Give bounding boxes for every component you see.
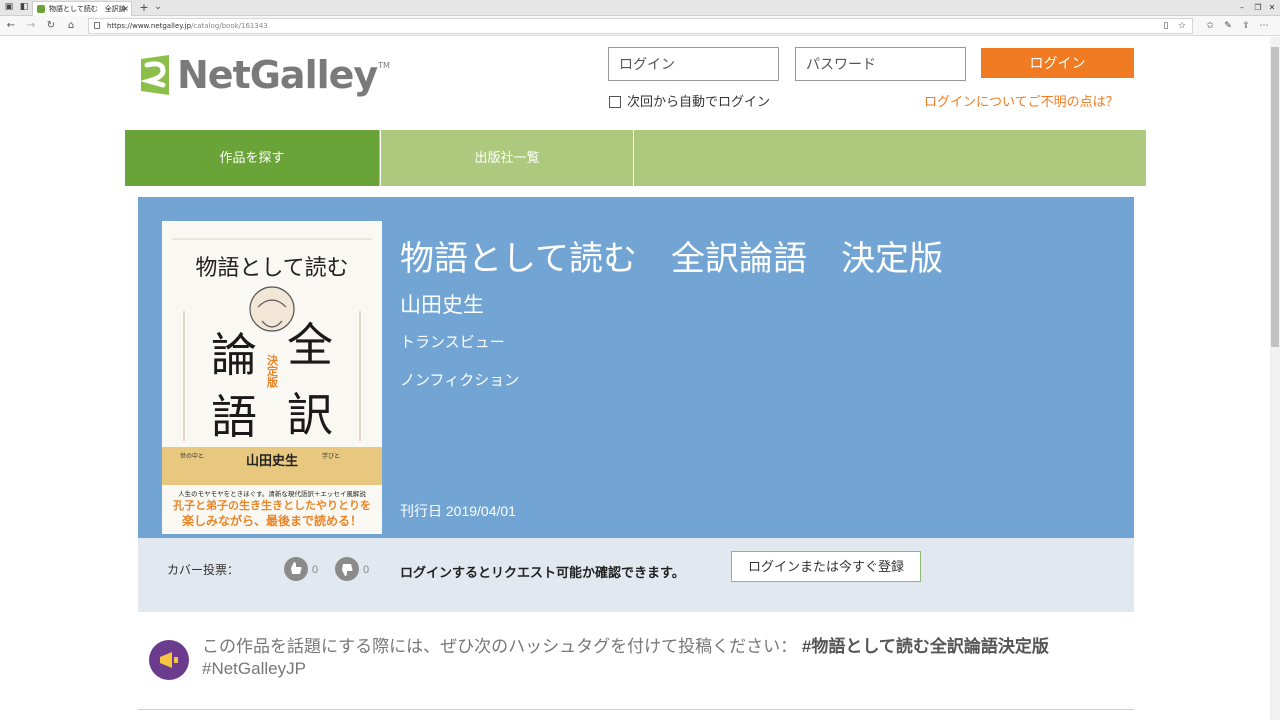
url-path: /catalog/book/161343 <box>191 22 268 30</box>
page-scrollbar[interactable] <box>1270 37 1280 720</box>
thumbs-down-icon[interactable] <box>335 557 359 581</box>
lock-icon <box>94 22 100 29</box>
cover-slogan-2: 楽しみながら、最後まで読める！ <box>182 513 362 528</box>
favorites-hub-icon[interactable]: ✩ <box>1204 20 1216 32</box>
forward-icon[interactable]: → <box>25 20 37 32</box>
megaphone-icon <box>149 640 189 680</box>
browser-tab-bar: ▣ ◧ 物語として読む 全訳論 × + ⌄ – ❐ ✕ <box>0 0 1280 16</box>
cover-char-ron: 論 <box>211 328 257 382</box>
back-icon[interactable]: ← <box>5 20 17 32</box>
netgalley-logo-mark-icon <box>139 55 169 95</box>
favorite-star-icon[interactable]: ☆ <box>1176 20 1188 32</box>
login-or-register-button[interactable]: ログインまたは今すぐ登録 <box>731 551 921 582</box>
username-input[interactable]: ログイン <box>608 47 779 81</box>
book-publisher[interactable]: トランスビュー <box>400 333 505 353</box>
thumbs-up-count: 0 <box>312 564 319 576</box>
thumbs-down-count: 0 <box>363 564 370 576</box>
new-tab-icon[interactable]: + <box>138 2 150 13</box>
reading-view-icon[interactable]: ▯ <box>1160 20 1172 32</box>
cover-char-go: 語 <box>211 390 257 444</box>
book-category[interactable]: ノンフィクション <box>400 371 519 391</box>
tab-close-icon[interactable]: × <box>122 2 129 16</box>
cover-slogan-1: 孔子と弟子の生き生きとしたやりとりを <box>173 498 371 512</box>
book-cover-art: 物語として読む 論 語 全 訳 決定版 山田史生 世の中と 学びと 人生のモヤモ… <box>162 221 382 534</box>
remember-me-checkbox[interactable] <box>609 96 621 108</box>
scrollbar-thumb[interactable] <box>1271 47 1279 347</box>
share-icon[interactable]: ⇪ <box>1240 20 1252 32</box>
close-window-icon[interactable]: ✕ <box>1262 2 1280 14</box>
tab-actions-icon[interactable]: ▣ <box>3 2 15 13</box>
browser-tab-title: 物語として読む 全訳論 <box>49 5 126 13</box>
hashtag-intro: この作品を話題にする際には、ぜひ次のハッシュタグを付けて投稿ください： <box>202 637 798 656</box>
password-input[interactable]: パスワード <box>795 47 966 81</box>
cover-side-right: 学びと <box>322 452 340 460</box>
release-date: 刊行日 2019/04/01 <box>400 502 516 520</box>
login-help-link[interactable]: ログインについてご不明の点は？ <box>924 94 1119 110</box>
remember-me-label: 次回から自動でログイン <box>627 94 771 109</box>
browser-tab[interactable]: 物語として読む 全訳論 × <box>32 1 132 16</box>
url-field[interactable]: https://www.netgalley.jp/catalog/book/16… <box>88 18 1193 34</box>
release-date-value: 2019/04/01 <box>445 503 516 519</box>
cover-edition: 決定版 <box>266 353 279 388</box>
cover-vote-label: カバー投票： <box>167 563 240 577</box>
notes-pen-icon[interactable]: ✎ <box>1222 20 1234 32</box>
home-icon[interactable]: ⌂ <box>65 20 77 32</box>
login-notice: ログインするとリクエスト可能か確認できます。 <box>400 565 685 580</box>
main-nav: 作品を探す 出版社一覧 <box>125 130 1146 186</box>
remember-me[interactable]: 次回から自動でログイン <box>609 94 770 110</box>
book-cover[interactable]: 物語として読む 論 語 全 訳 決定版 山田史生 世の中と 学びと 人生のモヤモ… <box>162 221 382 534</box>
logo-wordmark: NetGalley <box>177 53 378 97</box>
nav-item-find-books[interactable]: 作品を探す <box>125 130 379 186</box>
hashtag-book: #物語として読む全訳論語決定版 <box>801 637 1049 656</box>
browser-address-bar: ← → ↻ ⌂ https://www.netgalley.jp/catalog… <box>0 16 1280 36</box>
release-date-label: 刊行日 <box>400 503 442 519</box>
cover-side-left: 世の中と <box>180 452 204 460</box>
cover-author: 山田史生 <box>246 453 298 469</box>
hashtag-message: この作品を話題にする際には、ぜひ次のハッシュタグを付けて投稿ください： #物語と… <box>202 636 1122 680</box>
refresh-icon[interactable]: ↻ <box>45 20 57 32</box>
login-button[interactable]: ログイン <box>981 48 1134 78</box>
url-host: https://www.netgalley.jp <box>107 22 192 30</box>
cover-char-zen: 全 <box>287 318 333 372</box>
logo-trademark: TM <box>378 60 390 70</box>
nav-item-publishers[interactable]: 出版社一覧 <box>380 130 634 186</box>
tab-list-chevron-icon[interactable]: ⌄ <box>152 2 164 13</box>
book-author[interactable]: 山田史生 <box>400 292 484 320</box>
netgalley-logo[interactable]: NetGalley TM <box>137 48 390 102</box>
netgalley-favicon-icon <box>37 5 45 13</box>
cover-tagline: 人生のモヤモヤをときほぐす。清新な現代語訳＋エッセイ風解説 <box>178 489 366 498</box>
hashtag-site: #NetGalleyJP <box>202 659 306 678</box>
tab-preview-icon[interactable]: ◧ <box>18 2 30 13</box>
thumbs-up-icon[interactable] <box>284 557 308 581</box>
more-menu-icon[interactable]: ⋯ <box>1258 20 1270 32</box>
cover-char-yaku: 訳 <box>287 388 333 442</box>
book-title: 物語として読む 全訳論語 決定版 <box>400 240 943 278</box>
cover-top-title: 物語として読む <box>195 256 348 281</box>
divider <box>138 709 1134 710</box>
